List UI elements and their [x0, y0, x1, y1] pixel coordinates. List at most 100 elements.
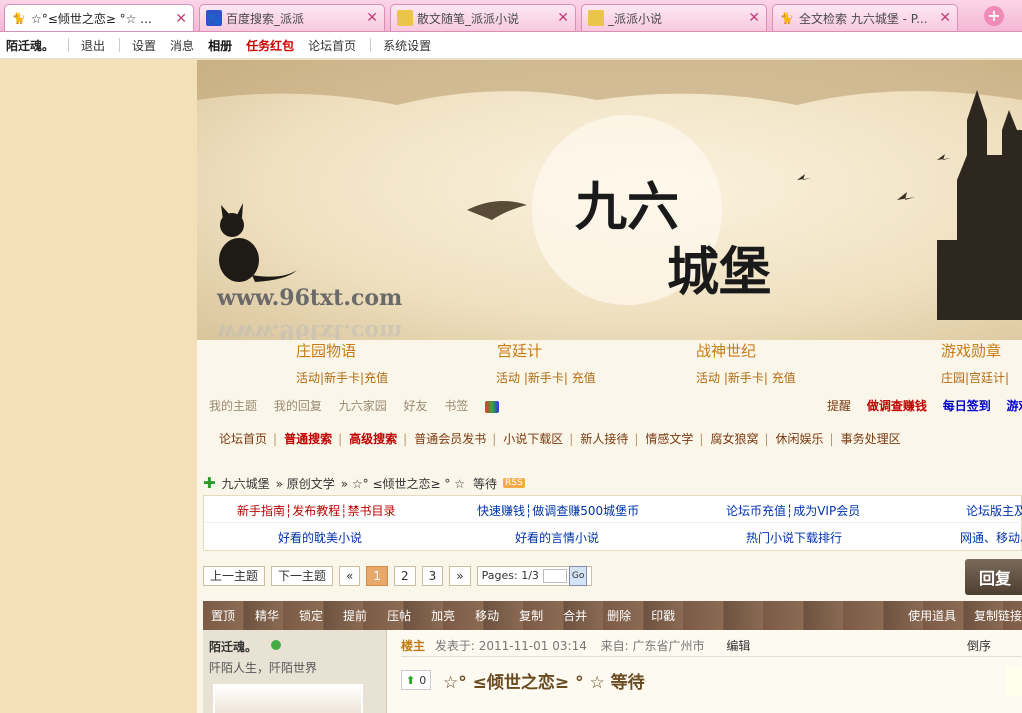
game-links-gongting[interactable]: 活动 |新手卡| 充值 [496, 369, 596, 386]
avatar[interactable] [213, 684, 363, 713]
mod-move[interactable]: 移动 [475, 607, 499, 624]
game-links-zhanshen[interactable]: 活动 |新手卡| 充值 [696, 369, 796, 386]
messages-link[interactable]: 消息 [170, 37, 194, 54]
breadcrumb-home[interactable]: 九六城堡 [222, 475, 270, 492]
notice-link[interactable]: 新手指南┆发布教程┆禁书目录 [237, 502, 395, 519]
forum-nav-item[interactable]: 普通会员发书 [414, 432, 486, 446]
forum-nav-item[interactable]: 腐女狼窝 [710, 432, 758, 446]
tab-qingshi[interactable]: 🐈 ☆°≤倾世之恋≥ °☆ ... ✕ [4, 4, 194, 31]
forum-nav-item[interactable]: 新人接待 [580, 432, 628, 446]
game-gongting[interactable]: 宫廷计 [497, 340, 542, 361]
mod-stamp[interactable]: 印戳 [651, 607, 675, 624]
album-link[interactable]: 相册 [208, 37, 232, 54]
forum-banner[interactable]: 九六 城堡 www.96txt.com www.96txt.com [197, 60, 1022, 340]
mod-digest[interactable]: 精华 [255, 607, 279, 624]
survey-link[interactable]: 做调查赚钱 [867, 399, 927, 413]
home-link[interactable]: 九六家园 [339, 399, 387, 413]
settings-link[interactable]: 设置 [132, 37, 156, 54]
copy-link-link[interactable]: 复制链接 [974, 609, 1022, 623]
louzhu-label: 楼主 [401, 639, 426, 653]
game-zhuangyuan[interactable]: 庄园物语 [296, 340, 356, 361]
forum-nav-item[interactable]: 普通搜索 [284, 432, 332, 446]
close-icon[interactable]: ✕ [557, 10, 569, 26]
tab-label: _派派小说 [608, 11, 663, 26]
page-1-button[interactable]: 1 [366, 566, 389, 586]
mod-merge[interactable]: 合并 [563, 607, 587, 624]
notice-link[interactable]: 论坛币充值┆成为VIP会员 [726, 502, 860, 519]
mod-delete[interactable]: 删除 [607, 607, 631, 624]
logout-link[interactable]: 退出 [81, 37, 105, 54]
notice-link[interactable]: 网通、移动、 [960, 529, 1022, 546]
tab-baidu[interactable]: 🐾 百度搜索_派派 ✕ [199, 4, 385, 31]
go-button[interactable]: Go [568, 566, 588, 586]
notice-link[interactable]: 热门小说下载排行 [746, 529, 842, 546]
new-tab-button[interactable]: + [984, 6, 1004, 26]
mod-copy[interactable]: 复制 [519, 607, 543, 624]
first-page-button[interactable]: « [339, 566, 361, 586]
task-redpack-link[interactable]: 任务红包 [246, 37, 294, 54]
system-settings-link[interactable]: 系统设置 [383, 37, 431, 54]
close-icon[interactable]: ✕ [939, 10, 951, 26]
my-topics-link[interactable]: 我的主题 [209, 399, 257, 413]
username[interactable]: 陌迁魂。 [6, 37, 54, 54]
game-links-zhuangyuan[interactable]: 活动|新手卡|充值 [296, 369, 388, 386]
banner-title-b: 城堡 [667, 242, 771, 303]
forum-nav-item[interactable]: 小说下载区 [503, 432, 563, 446]
mod-sink[interactable]: 压帖 [387, 607, 411, 624]
checkin-link[interactable]: 每日签到 [943, 399, 991, 413]
game-xunzhang[interactable]: 游戏勋章 [941, 340, 1001, 361]
user-links: 我的主题 我的回复 九六家园 好友 书签 [209, 397, 512, 414]
like-count: 0 [419, 673, 427, 687]
forum-nav-item[interactable]: 论坛首页 [219, 432, 267, 446]
mod-sticky[interactable]: 置顶 [211, 607, 235, 624]
breadcrumb-thread[interactable]: » ☆° ≤倾世之恋≥ ° ☆ [341, 475, 465, 492]
plus-icon[interactable]: ✚ [203, 474, 216, 492]
game-links-xunzhang[interactable]: 庄园|宫廷计| [941, 369, 1009, 386]
moderation-bar: 置顶 精华 锁定 提前 压帖 加亮 移动 复制 合并 删除 印戳 使用道具 复制… [203, 601, 1022, 630]
forum-nav-item[interactable]: 高级搜索 [349, 432, 397, 446]
reply-button[interactable]: 回复 [965, 559, 1022, 595]
page-input[interactable] [542, 569, 567, 583]
notice-row: 好看的耽美小说 好看的言情小说 热门小说下载排行 网通、移动、 [204, 523, 1022, 550]
use-tool-link[interactable]: 使用道具 [908, 609, 956, 623]
notice-link[interactable]: 好看的耽美小说 [278, 529, 362, 546]
mod-bump[interactable]: 提前 [343, 607, 367, 624]
prev-topic-button[interactable]: 上一主题 [203, 566, 266, 586]
game-zhanshen[interactable]: 战神世纪 [696, 340, 756, 361]
browser-tab-bar: 🐈 ☆°≤倾世之恋≥ °☆ ... ✕ 🐾 百度搜索_派派 ✕ 散文随笔_派派小… [0, 0, 1022, 32]
rss-icon[interactable]: RSS [503, 478, 525, 488]
tab-sanwen[interactable]: 散文随笔_派派小说 ✕ [390, 4, 576, 31]
tab-search[interactable]: 🐈 全文检索 九六城堡 - P... ✕ [772, 4, 958, 31]
forum-nav-item[interactable]: 事务处理区 [841, 432, 901, 446]
notice-link[interactable]: 论坛版主及 [966, 502, 1022, 519]
close-icon[interactable]: ✕ [366, 10, 378, 26]
friends-link[interactable]: 好友 [404, 399, 428, 413]
notice-link[interactable]: 好看的言情小说 [515, 529, 599, 546]
mod-lock[interactable]: 锁定 [299, 607, 323, 624]
games-link[interactable]: 游戏 [1007, 399, 1022, 413]
tab-label: 全文检索 九六城堡 - P... [799, 11, 928, 26]
forum-nav-item[interactable]: 休闲娱乐 [776, 432, 824, 446]
forum-home-link[interactable]: 论坛首页 [308, 37, 356, 54]
like-button[interactable]: ⬆ 0 [401, 670, 432, 690]
sort-desc-link[interactable]: 倒序 [967, 637, 991, 654]
remind-link[interactable]: 提醒 [827, 399, 851, 413]
next-topic-button[interactable]: 下一主题 [271, 566, 334, 586]
post-author[interactable]: 陌迁魂。 [209, 638, 257, 655]
next-page-button[interactable]: » [449, 566, 471, 586]
notice-link[interactable]: 快速赚钱┆做调查赚500城堡币 [477, 502, 639, 519]
post-date: 发表于: 2011-11-01 03:14 [434, 639, 587, 653]
close-icon[interactable]: ✕ [748, 10, 760, 26]
forum-nav-item[interactable]: 情感文学 [645, 432, 693, 446]
shirt-icon[interactable] [485, 400, 500, 413]
breadcrumb-section[interactable]: » 原创文学 [276, 475, 335, 492]
paw-icon: 🐾 [206, 10, 222, 26]
my-replies-link[interactable]: 我的回复 [274, 399, 322, 413]
page-2-button[interactable]: 2 [394, 566, 416, 586]
edit-link[interactable]: 编辑 [726, 639, 750, 653]
bookmarks-link[interactable]: 书签 [444, 399, 468, 413]
page-3-button[interactable]: 3 [421, 566, 444, 586]
mod-highlight[interactable]: 加亮 [431, 607, 455, 624]
close-icon[interactable]: ✕ [175, 11, 187, 27]
tab-paipai[interactable]: _派派小说 ✕ [581, 4, 767, 31]
